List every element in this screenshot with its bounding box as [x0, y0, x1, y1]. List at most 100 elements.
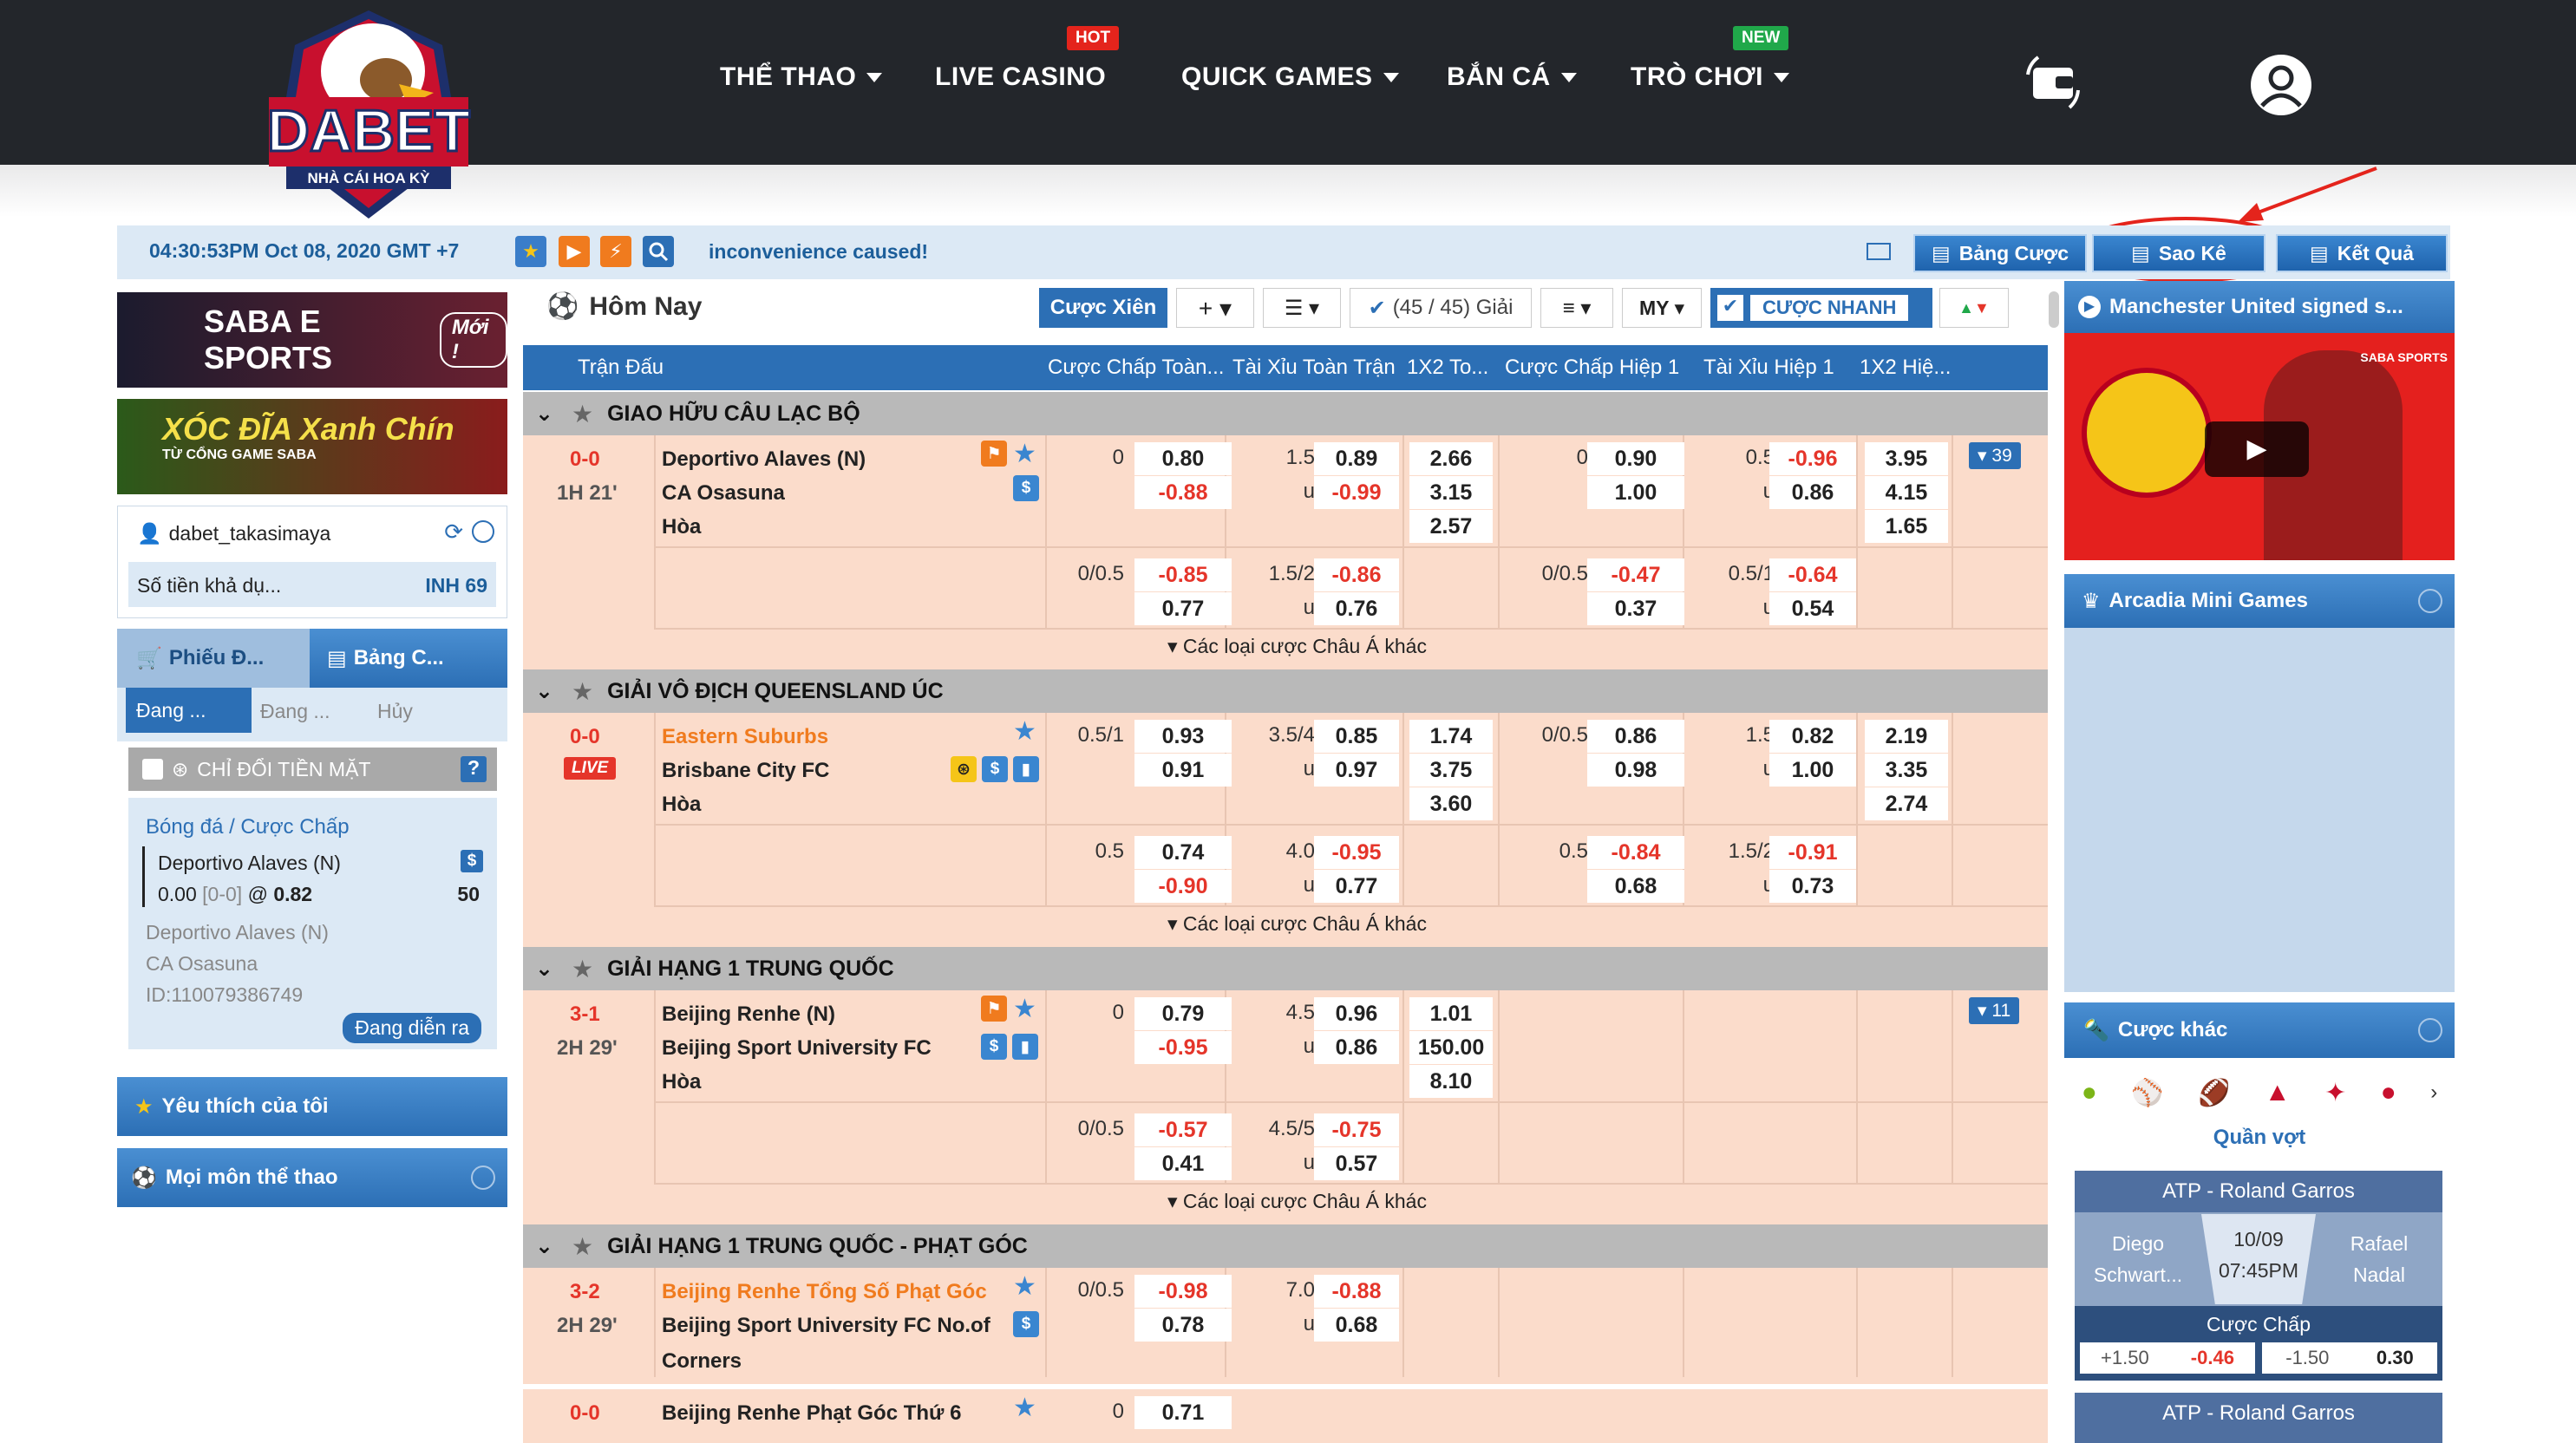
odds-button[interactable]: 3.75 [1409, 754, 1493, 787]
xoc-dia-banner[interactable]: XÓC ĐĨA Xanh Chín TỪ CỔNG GAME SABA [117, 399, 507, 494]
play-button-icon[interactable]: ▶ [2205, 421, 2309, 477]
search-icon[interactable] [643, 236, 674, 267]
odds-button[interactable]: 0.86 [1587, 720, 1684, 753]
baseball-icon[interactable]: ⚾ [2131, 1078, 2163, 1108]
video-panel-header[interactable]: ▶ Manchester United signed s... [2064, 281, 2455, 333]
video-thumbnail[interactable]: ▶ SABA SPORTS [2064, 333, 2455, 560]
home-team[interactable]: Beijing Renhe Tổng Số Phạt Góc [662, 1280, 987, 1304]
tennis-match-card[interactable]: ATP - Roland Garros Diego Schwart... 10/… [2075, 1171, 2442, 1381]
favorite-star-icon[interactable]: ★ [1013, 439, 1036, 469]
odds-button[interactable]: 2.19 [1865, 720, 1948, 753]
odds-button[interactable]: 4.15 [1865, 476, 1948, 509]
nav-quick-games[interactable]: QUICK GAMES [1181, 62, 1399, 92]
favorite-star-icon[interactable]: ★ [1013, 1271, 1036, 1302]
wallet-transfer-icon[interactable] [2021, 52, 2090, 113]
odds-button[interactable]: -0.85 [1134, 558, 1232, 591]
parlay-button[interactable]: Cược Xiên [1039, 288, 1167, 328]
odds-button[interactable]: 0.78 [1134, 1309, 1232, 1342]
home-team[interactable]: Eastern Suburbs [662, 725, 828, 749]
odds-button[interactable]: 0.82 [1769, 720, 1856, 753]
saba-esports-banner[interactable]: SABA E SPORTS Mới ! [117, 292, 507, 388]
favorite-star-icon[interactable]: ★ [1013, 716, 1036, 747]
odds-button[interactable]: 0.98 [1587, 754, 1684, 787]
nav-ban-ca[interactable]: BẮN CÁ [1447, 62, 1577, 92]
odds-button[interactable]: 150.00 [1409, 1031, 1493, 1064]
tab-betslip[interactable]: 🛒 Phiếu Đ... [117, 629, 310, 688]
badminton-icon[interactable]: ✦ [2324, 1078, 2346, 1108]
nav-live-casino[interactable]: LIVE CASINO [935, 62, 1106, 92]
odds-button[interactable]: -0.99 [1314, 476, 1399, 509]
odds-button[interactable]: 2.74 [1865, 787, 1948, 820]
dabet-logo[interactable]: DABET NHÀ CÁI HOA KỲ [260, 2, 477, 225]
refresh-icon[interactable]: ⟳ [444, 519, 463, 545]
chevron-down-icon[interactable] [471, 1166, 495, 1190]
odds-button[interactable]: 0.68 [1314, 1309, 1399, 1342]
american-football-icon[interactable]: 🏈 [2198, 1078, 2230, 1108]
help-icon[interactable]: ? [461, 756, 487, 782]
favorites-panel[interactable]: ★ Yêu thích của tôi [117, 1077, 507, 1136]
odds-button[interactable]: 2.66 [1409, 442, 1493, 475]
away-team[interactable]: CA Osasuna [662, 481, 785, 506]
odds-button[interactable]: 0.57 [1314, 1147, 1399, 1180]
odds-button[interactable]: 3.95 [1865, 442, 1948, 475]
collapse-icon[interactable] [2418, 1018, 2442, 1042]
home-team[interactable]: Beijing Renhe (N) [662, 1002, 835, 1027]
odds-button[interactable]: 3.35 [1865, 754, 1948, 787]
star-icon[interactable]: ★ [572, 1232, 593, 1261]
sports-quick-icon[interactable]: ⚡ [600, 236, 631, 267]
odds-button[interactable]: -0.64 [1769, 558, 1856, 591]
statement-button[interactable]: ▤ Sao Kê [2092, 234, 2265, 272]
scrollbar-thumb[interactable] [2049, 291, 2059, 328]
odds-button[interactable]: -0.95 [1134, 1031, 1232, 1064]
odds-button[interactable]: 0.91 [1134, 754, 1232, 787]
boxing-icon[interactable]: ▲ [2265, 1078, 2291, 1107]
chevron-right-icon[interactable]: › [2430, 1081, 2437, 1105]
live-play-icon[interactable]: ▶ [559, 236, 590, 267]
league-row[interactable]: ⌄ ★ GIẢI HẠNG 1 TRUNG QUỐC [523, 947, 2048, 990]
odds-button[interactable]: -0.90 [1134, 870, 1232, 903]
odds-button[interactable]: 0.77 [1134, 592, 1232, 625]
odds-button[interactable]: 1.01 [1409, 997, 1493, 1030]
odds-button[interactable]: -0.95 [1314, 836, 1399, 869]
more-asian-markets-link[interactable]: ▾ Các loại cược Châu Á khác [1167, 635, 1427, 658]
star-icon[interactable]: ★ [572, 400, 593, 428]
odds-button[interactable]: 0.97 [1314, 754, 1399, 787]
odds-button[interactable]: 2.57 [1409, 510, 1493, 543]
odds-button[interactable]: 0.86 [1769, 476, 1856, 509]
away-team[interactable]: Brisbane City FC [662, 759, 829, 783]
sort-dropdown[interactable]: ☰ ▾ [1263, 288, 1341, 328]
odds-button[interactable]: -0.98 [1134, 1275, 1232, 1308]
odds-button[interactable]: 0.93 [1134, 720, 1232, 753]
star-icon[interactable]: ★ [572, 955, 593, 983]
odds-button[interactable]: 0.76 [1314, 592, 1399, 625]
odds-button[interactable]: 0.54 [1769, 592, 1856, 625]
collapse-icon[interactable] [472, 520, 494, 543]
odds-button[interactable]: -0.75 [1314, 1113, 1399, 1146]
more-markets-badge[interactable]: ▾ 11 [1969, 997, 2020, 1024]
odds-button[interactable]: 0.90 [1587, 442, 1684, 475]
star-icon[interactable]: ★ [572, 677, 593, 706]
odds-button[interactable]: 1.65 [1865, 510, 1948, 543]
favorites-star-icon[interactable]: ★ [515, 236, 546, 267]
mail-icon[interactable] [1867, 243, 1891, 260]
odds-button[interactable]: 0.96 [1314, 997, 1399, 1030]
odds-button[interactable]: 8.10 [1409, 1065, 1493, 1098]
odds-button[interactable]: 0.41 [1134, 1147, 1232, 1180]
more-asian-markets-link[interactable]: ▾ Các loại cược Châu Á khác [1167, 1190, 1427, 1213]
odds-button[interactable]: -0.91 [1769, 836, 1856, 869]
odds-button[interactable]: 3.15 [1409, 476, 1493, 509]
odds-button[interactable]: -0.57 [1134, 1113, 1232, 1146]
odds-button[interactable]: 3.60 [1409, 787, 1493, 820]
home-team[interactable]: Deportivo Alaves (N) [662, 447, 866, 472]
user-avatar-icon[interactable] [2248, 52, 2314, 118]
odds-button[interactable]: 1.00 [1769, 754, 1856, 787]
odds-button-player1[interactable]: +1.50 -0.46 [2080, 1342, 2255, 1374]
odds-change-icon[interactable]: ▲ ▼ [1939, 288, 2009, 328]
league-filter-button[interactable]: ✔ (45 / 45) Giải [1350, 288, 1532, 328]
odds-button[interactable]: 1.74 [1409, 720, 1493, 753]
cash-only-filter[interactable]: ⊛ CHỈ ĐỔI TIỀN MẶT ? [128, 748, 497, 791]
stats-chart-icon[interactable]: ▮ [1013, 756, 1039, 782]
collapse-icon[interactable] [2418, 589, 2442, 613]
add-dropdown[interactable]: + ▾ [1176, 288, 1254, 328]
odds-button[interactable]: 0.71 [1134, 1396, 1232, 1429]
